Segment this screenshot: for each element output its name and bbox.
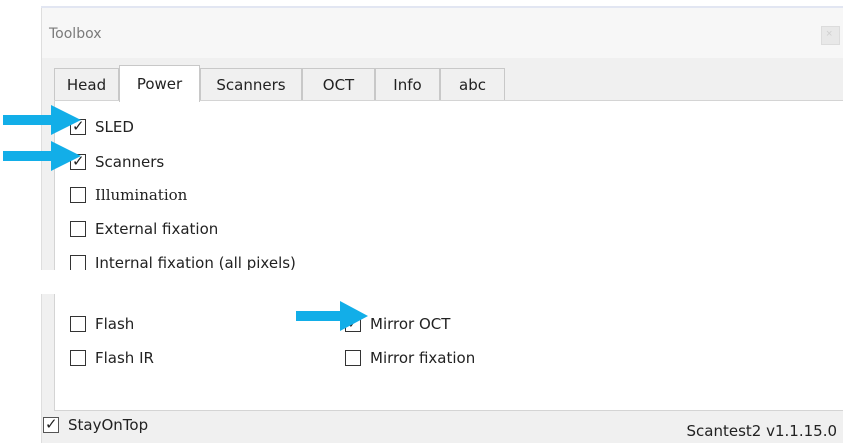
- version-label: Scantest2 v1.1.15.0: [686, 422, 837, 440]
- checkbox-label: External fixation: [95, 220, 219, 238]
- checkbox-flash[interactable]: Flash: [70, 315, 134, 333]
- power-panel-lower: Flash Flash IR ✓ Mirror OCT Mirror fixat…: [54, 294, 843, 411]
- title-bar: Toolbox ×: [42, 8, 843, 58]
- checkbox-box[interactable]: [70, 187, 86, 203]
- checkbox-box[interactable]: [70, 350, 86, 366]
- tab-head[interactable]: Head: [54, 68, 119, 101]
- checkbox-flash-ir[interactable]: Flash IR: [70, 349, 154, 367]
- tab-label: OCT: [322, 76, 355, 94]
- window-top-border: [41, 6, 843, 8]
- checkbox-label: Flash IR: [95, 349, 154, 367]
- tab-label: Head: [66, 76, 107, 94]
- tab-scanners[interactable]: Scanners: [200, 68, 302, 101]
- checkbox-label: Flash: [95, 315, 135, 333]
- checkbox-stay-on-top[interactable]: ✓ StayOnTop: [43, 415, 149, 434]
- checkbox-box[interactable]: [70, 255, 86, 271]
- check-icon: ✓: [45, 415, 58, 433]
- tab-power[interactable]: Power: [119, 65, 200, 102]
- screenshot: Toolbox × Head Power Scanners OCT Info a…: [0, 0, 843, 443]
- tab-abc[interactable]: abc: [440, 68, 505, 101]
- close-icon: ×: [826, 28, 833, 40]
- checkbox-label: StayOnTop: [68, 416, 149, 434]
- arrow-right-icon: [296, 301, 368, 331]
- close-button[interactable]: ×: [821, 26, 840, 45]
- checkbox-scanners[interactable]: ✓ Scanners: [70, 152, 165, 171]
- checkbox-label: Illumination: [95, 186, 188, 204]
- arrow-right-icon: [3, 105, 81, 135]
- checkbox-box[interactable]: [70, 316, 86, 332]
- checkbox-label: Mirror fixation: [370, 349, 476, 367]
- tab-info[interactable]: Info: [375, 68, 440, 101]
- checkbox-mirror-fixation[interactable]: Mirror fixation: [345, 349, 475, 367]
- window-title: Toolbox: [49, 26, 102, 42]
- checkbox-box[interactable]: [345, 350, 361, 366]
- tab-label: abc: [459, 76, 486, 94]
- checkbox-box[interactable]: [70, 221, 86, 237]
- arrow-right-icon: [3, 141, 81, 171]
- checkbox-illumination[interactable]: Illumination: [70, 186, 187, 204]
- tab-label: Power: [136, 75, 183, 93]
- checkbox-label: Scanners: [95, 153, 165, 171]
- image-separator: [0, 270, 843, 294]
- checkbox-box[interactable]: ✓: [43, 415, 59, 433]
- tab-oct[interactable]: OCT: [302, 68, 375, 101]
- checkbox-external-fixation[interactable]: External fixation: [70, 220, 218, 238]
- tab-label: Info: [393, 76, 422, 94]
- power-panel: ✓ SLED ✓ Scanners Illumination External …: [54, 100, 843, 273]
- checkbox-label: SLED: [95, 118, 134, 136]
- tab-label: Scanners: [216, 76, 286, 94]
- toolbox-window: Toolbox × Head Power Scanners OCT Info a…: [41, 6, 843, 443]
- checkbox-label: Mirror OCT: [370, 315, 451, 333]
